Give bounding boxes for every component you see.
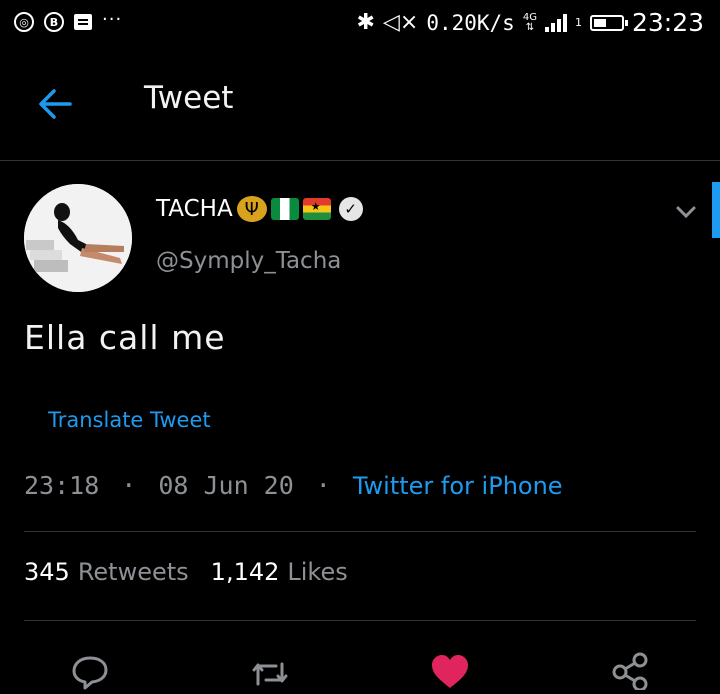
retweets-stat[interactable]: 345 Retweets — [24, 558, 189, 586]
avatar-image — [24, 184, 132, 292]
status-left: ◎ B ··· — [14, 8, 123, 32]
tweet-source-link[interactable]: Twitter for iPhone — [353, 472, 563, 500]
share-icon — [612, 652, 648, 692]
reply-icon — [72, 656, 108, 690]
display-name-text: TACHA — [156, 196, 233, 222]
display-name[interactable]: TACHA Ψ ✓ — [156, 196, 363, 222]
nigeria-flag-icon — [270, 198, 299, 220]
action-bar — [0, 640, 720, 692]
divider — [24, 620, 696, 621]
status-bar: ◎ B ··· ✱ ◁× 0.20K/s 4G ⇅ 1 23:23 — [0, 0, 720, 48]
like-button[interactable] — [430, 650, 470, 690]
top-bar: Tweet — [0, 48, 720, 161]
verified-badge-icon: ✓ — [338, 197, 363, 221]
ghana-flag-icon — [302, 198, 331, 220]
meta-separator: · — [121, 471, 137, 500]
tweet-time: 23:18 — [24, 471, 100, 500]
likes-stat[interactable]: 1,142 Likes — [211, 558, 348, 586]
tweet-meta: 23:18 · 08 Jun 20 · Twitter for iPhone — [24, 471, 563, 500]
bluetooth-icon: ✱ — [356, 10, 375, 35]
message-icon — [74, 14, 92, 30]
page-title: Tweet — [144, 80, 234, 116]
user-handle[interactable]: @Symply_Tacha — [156, 248, 341, 274]
meta-separator: · — [315, 471, 331, 500]
retweet-button[interactable] — [250, 650, 290, 690]
retweets-label: Retweets — [77, 558, 189, 586]
divider — [24, 531, 696, 532]
avatar[interactable] — [24, 184, 132, 292]
scroll-indicator[interactable] — [712, 182, 720, 238]
retweet-icon — [252, 662, 288, 686]
chevron-down-icon — [676, 206, 696, 219]
tweet-options-button[interactable] — [672, 198, 700, 226]
vpn-icon: ◎ — [14, 12, 34, 32]
likes-label: Likes — [287, 558, 348, 586]
sim-slot: 1 — [574, 16, 582, 29]
clock: 23:23 — [631, 8, 704, 37]
back-button[interactable] — [34, 84, 78, 124]
reply-button[interactable] — [70, 650, 110, 690]
battery-icon — [589, 14, 628, 31]
signal-icon — [544, 13, 567, 32]
tweet-text: Ella call me — [24, 318, 226, 357]
mute-icon: ◁× — [382, 10, 419, 35]
tweet-date: 08 Jun 20 — [158, 471, 294, 500]
more-icon: ··· — [102, 8, 123, 30]
share-button[interactable] — [610, 650, 650, 692]
tweet-stats: 345 Retweets 1,142 Likes — [24, 558, 348, 586]
retweets-count: 345 — [24, 558, 70, 586]
arrow-left-icon — [39, 89, 72, 119]
translate-tweet-link[interactable]: Translate Tweet — [48, 408, 211, 432]
network-type: 4G ⇅ — [522, 11, 537, 33]
status-right: ✱ ◁× 0.20K/s 4G ⇅ 1 23:23 — [357, 8, 704, 37]
likes-count: 1,142 — [210, 558, 280, 586]
net-speed: 0.20K/s — [426, 10, 515, 35]
trident-emoji-icon: Ψ — [236, 196, 267, 222]
heart-filled-icon — [432, 655, 468, 688]
b-icon: B — [44, 12, 64, 32]
